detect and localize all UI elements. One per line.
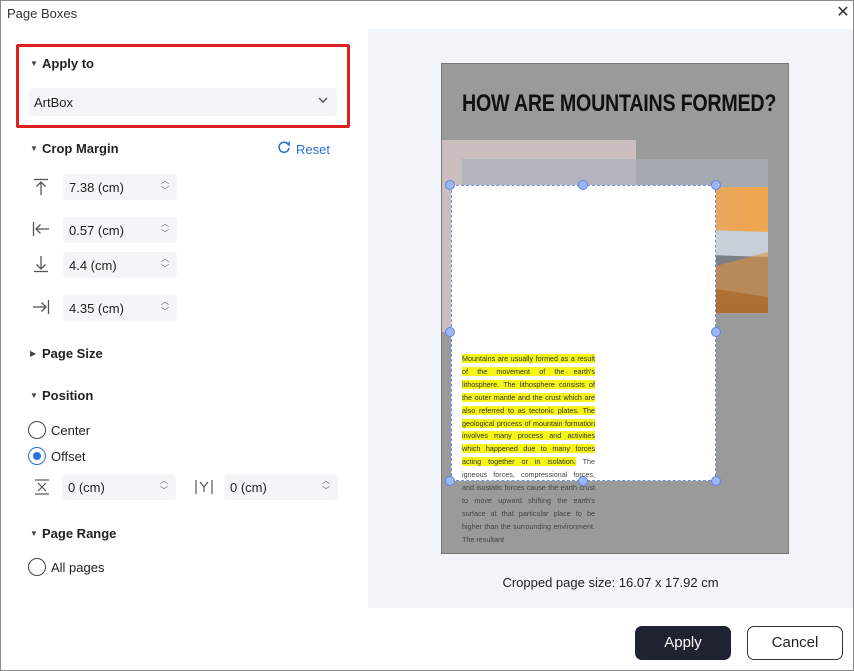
resize-handle[interactable]	[711, 180, 721, 190]
bottom-margin-icon	[31, 254, 53, 276]
apply-to-selected-value: ArtBox	[34, 95, 74, 110]
top-margin-value: 7.38 (cm)	[69, 180, 124, 195]
collapse-triangle-icon[interactable]: ▼	[30, 391, 38, 400]
left-margin-value: 0.57 (cm)	[69, 223, 124, 238]
collapse-triangle-icon[interactable]: ▼	[30, 529, 38, 538]
dialog-title: Page Boxes	[7, 6, 78, 21]
cancel-button[interactable]: Cancel	[747, 626, 843, 660]
y-axis-icon	[194, 478, 214, 499]
resize-handle[interactable]	[711, 476, 721, 486]
reset-label: Reset	[296, 142, 330, 157]
reset-button[interactable]: Reset	[277, 140, 330, 157]
chevron-down-icon	[317, 94, 329, 109]
center-radio[interactable]	[28, 421, 46, 439]
offset-radio[interactable]	[28, 447, 46, 465]
page-range-heading: Page Range	[42, 526, 117, 541]
page-boxes-dialog: Page Boxes ✕ ▼ Apply to ArtBox ▼ Crop Ma…	[0, 0, 854, 671]
resize-handle[interactable]	[711, 327, 721, 337]
left-margin-icon	[31, 219, 53, 241]
offset-radio-label: Offset	[51, 449, 86, 464]
expand-triangle-icon[interactable]: ▶	[30, 349, 36, 358]
spinner-arrows-icon[interactable]: ︿ ﹀	[161, 297, 169, 317]
right-margin-input[interactable]: 4.35 (cm) ︿ ﹀	[63, 295, 177, 321]
collapse-triangle-icon[interactable]: ▼	[30, 144, 38, 153]
crop-margin-heading: Crop Margin	[42, 141, 119, 156]
x-axis-icon	[33, 478, 51, 499]
apply-to-select[interactable]: ArtBox	[29, 88, 337, 116]
right-margin-icon	[31, 297, 53, 319]
all-pages-radio-label: All pages	[51, 560, 105, 575]
top-margin-icon	[31, 177, 53, 199]
position-heading: Position	[42, 388, 94, 403]
highlighted-text: Mountains are usually formed as a result…	[462, 354, 595, 467]
page-size-heading[interactable]: Page Size	[42, 346, 103, 361]
bottom-margin-input[interactable]: 4.4 (cm) ︿ ﹀	[63, 252, 177, 278]
apply-to-heading: Apply to	[42, 56, 94, 71]
left-margin-input[interactable]: 0.57 (cm) ︿ ﹀	[63, 217, 177, 243]
top-margin-input[interactable]: 7.38 (cm) ︿ ﹀	[63, 174, 177, 200]
refresh-icon	[277, 140, 291, 157]
offset-x-value: 0 (cm)	[68, 480, 105, 495]
resize-handle[interactable]	[445, 476, 455, 486]
resize-handle[interactable]	[445, 327, 455, 337]
body-text-normal: The igneous forces, compressional forces…	[462, 457, 595, 544]
spinner-arrows-icon[interactable]: ︿ ﹀	[160, 476, 168, 496]
offset-y-value: 0 (cm)	[230, 480, 267, 495]
resize-handle[interactable]	[445, 180, 455, 190]
preview-body-text: Mountains are usually formed as a result…	[462, 353, 595, 547]
center-radio-label: Center	[51, 423, 91, 438]
cropped-page-size: Cropped page size: 16.07 x 17.92 cm	[502, 575, 719, 590]
spinner-arrows-icon[interactable]: ︿ ﹀	[161, 219, 169, 239]
collapse-triangle-icon[interactable]: ▼	[30, 59, 38, 68]
right-margin-value: 4.35 (cm)	[69, 301, 124, 316]
all-pages-radio[interactable]	[28, 558, 46, 576]
bottom-margin-value: 4.4 (cm)	[69, 258, 117, 273]
resize-handle[interactable]	[578, 180, 588, 190]
offset-y-input[interactable]: 0 (cm) ︿ ﹀	[224, 474, 338, 500]
apply-button[interactable]: Apply	[635, 626, 731, 660]
spinner-arrows-icon[interactable]: ︿ ﹀	[161, 254, 169, 274]
spinner-arrows-icon[interactable]: ︿ ﹀	[161, 176, 169, 196]
offset-x-input[interactable]: 0 (cm) ︿ ﹀	[62, 474, 176, 500]
preview-page-title: HOW ARE MOUNTAINS FORMED?	[462, 90, 777, 117]
spinner-arrows-icon[interactable]: ︿ ﹀	[322, 476, 330, 496]
close-icon[interactable]: ✕	[831, 1, 854, 25]
